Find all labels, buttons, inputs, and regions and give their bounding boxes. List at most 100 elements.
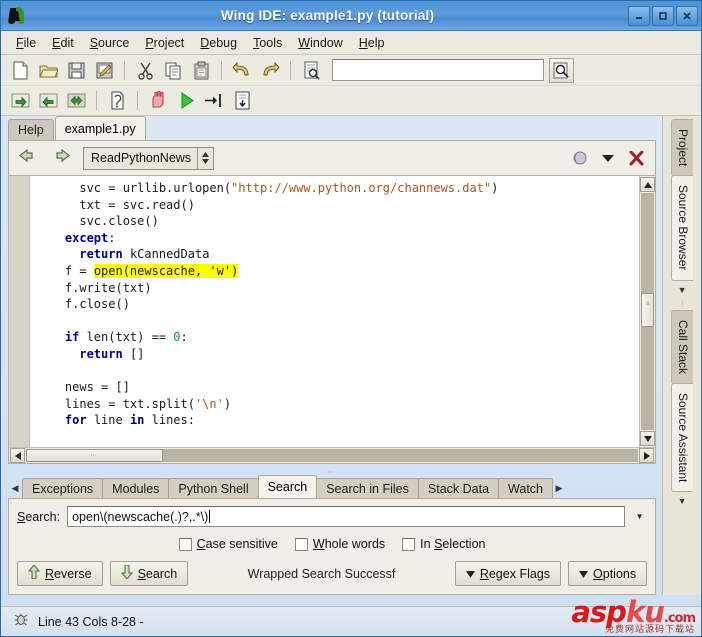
rail-tab-label: Call Stack — [676, 319, 691, 374]
nav-back-arrow-icon[interactable] — [15, 146, 41, 170]
rail-splitter-handle[interactable]: ⋯ — [679, 300, 686, 308]
editor-vertical-scrollbar[interactable]: ≡ — [639, 176, 656, 447]
tab-exceptions[interactable]: Exceptions — [22, 478, 104, 498]
button-label: Options — [593, 566, 637, 581]
whole-words-checkbox[interactable]: Whole words — [294, 537, 385, 551]
tab-python-shell[interactable]: Python Shell — [168, 478, 259, 498]
tab-watch[interactable]: Watch — [498, 478, 553, 498]
search-options-row: Case sensitive Whole words In Selection — [17, 537, 647, 551]
menu-source[interactable]: Source — [83, 33, 137, 53]
save-as-icon[interactable] — [91, 58, 117, 83]
close-button[interactable] — [676, 5, 698, 26]
symbol-selector-value: ReadPythonNews — [91, 151, 192, 165]
debug-config-icon[interactable] — [104, 88, 130, 113]
code-line: txt = svc.read() — [36, 197, 639, 214]
rail-chevron-down-icon-top[interactable]: ▼ — [678, 285, 687, 295]
save-file-icon[interactable] — [63, 58, 89, 83]
rail-tab-source-assistant[interactable]: Source Assistant — [671, 382, 694, 493]
cut-icon[interactable] — [132, 58, 158, 83]
back-icon[interactable] — [35, 88, 61, 113]
editor-gutter[interactable] — [9, 176, 30, 447]
open-file-icon[interactable] — [35, 58, 61, 83]
spinner-updown-icon[interactable] — [197, 147, 210, 169]
regex-flags-button[interactable]: Regex Flags — [454, 561, 562, 586]
toolbar-search-input[interactable] — [332, 59, 544, 81]
maximize-button[interactable] — [652, 5, 674, 26]
nav-forward-arrow-icon[interactable] — [47, 146, 73, 170]
tab-example1-py[interactable]: example1.py — [54, 116, 146, 140]
in-selection-checkbox[interactable]: In Selection — [402, 537, 486, 551]
vertical-scroll-thumb[interactable]: ≡ — [641, 292, 655, 327]
run-icon[interactable] — [173, 88, 199, 113]
rail-tab-call-stack[interactable]: Call Stack — [671, 309, 694, 384]
new-file-icon[interactable] — [7, 58, 33, 83]
scroll-left-arrow-icon[interactable] — [10, 448, 25, 463]
case-sensitive-checkbox[interactable]: Case sensitive — [178, 537, 278, 551]
checkbox-label: In Selection — [420, 537, 486, 551]
step-into-icon[interactable] — [201, 88, 227, 113]
symbol-selector-combo[interactable]: ReadPythonNews — [83, 146, 215, 170]
goto-icon[interactable] — [63, 88, 89, 113]
code-token: kCannedData — [122, 247, 210, 262]
reverse-button[interactable]: Reverse — [17, 561, 103, 586]
stop-debug-icon[interactable] — [145, 88, 171, 113]
rail-tab-source-browser[interactable]: Source Browser — [671, 175, 694, 281]
search-history-chevron-down-icon[interactable]: ▼ — [632, 506, 647, 527]
code-token: "http://www.python.org/channews.dat" — [231, 181, 492, 195]
code-token: '\n' — [194, 396, 224, 411]
vertical-scroll-track[interactable]: ≡ — [641, 193, 655, 430]
checkbox-box[interactable] — [402, 537, 416, 551]
menu-project[interactable]: Project — [138, 33, 191, 53]
search-buttons-row: Reverse Search Wrapped Search Successf R… — [17, 561, 648, 586]
search-status-message: Wrapped Search Successf — [247, 566, 396, 581]
close-x-icon[interactable] — [625, 150, 647, 166]
horizontal-scroll-thumb[interactable]: ⋯ — [26, 449, 163, 462]
menu-help[interactable]: Help — [352, 33, 392, 53]
scroll-up-arrow-icon[interactable] — [640, 177, 656, 192]
code-line: lines = txt.split('\n') — [36, 396, 639, 413]
copy-icon[interactable] — [160, 58, 186, 83]
code-token: lines: — [144, 413, 195, 428]
checkbox-box[interactable] — [178, 537, 192, 551]
toolbar-debug — [1, 86, 701, 116]
checkbox-box[interactable] — [294, 537, 308, 551]
forward-icon[interactable] — [7, 88, 33, 113]
search-input[interactable]: open\(newscache(.)?,.*\) — [67, 506, 626, 527]
minimize-button[interactable] — [628, 5, 650, 26]
search-button[interactable]: Search — [109, 561, 189, 586]
scroll-down-arrow-icon[interactable] — [640, 431, 656, 446]
tab-label: Stack Data — [427, 481, 490, 496]
code-line: news = [] — [36, 379, 639, 396]
editor-horizontal-scrollbar[interactable]: ⋯ — [9, 447, 656, 463]
menu-file[interactable]: File — [9, 33, 43, 53]
search-magnifier-icon[interactable] — [549, 57, 574, 83]
paste-icon[interactable] — [188, 58, 214, 83]
menu-window[interactable]: Window — [291, 33, 349, 53]
find-symbol-icon[interactable] — [298, 58, 324, 83]
tab-search[interactable]: Search — [257, 475, 318, 498]
horizontal-scroll-track[interactable]: ⋯ — [26, 449, 639, 462]
redo-icon[interactable] — [257, 58, 283, 83]
rail-tab-project[interactable]: Project — [671, 119, 694, 177]
tab-stack-data[interactable]: Stack Data — [417, 478, 500, 498]
tab-scroll-right-icon[interactable]: ▶ — [552, 478, 566, 498]
tab-modules[interactable]: Modules — [102, 478, 170, 498]
code-token: f.write(txt) — [64, 280, 152, 295]
step-over-icon[interactable] — [229, 88, 255, 113]
status-bar: Line 43 Cols 8-28 - aspku.com 免费网站源码下载站 — [1, 598, 701, 636]
rail-chevron-down-icon-bottom[interactable]: ▼ — [678, 496, 687, 506]
tab-scroll-left-icon[interactable]: ◀ — [8, 478, 22, 498]
watermark-aspku: aspku.com 免费网站源码下载站 — [571, 598, 696, 634]
menu-debug[interactable]: Debug — [193, 33, 244, 53]
code-text-area[interactable]: svc = urllib.urlopen("http://www.python.… — [30, 176, 640, 447]
moon-icon[interactable] — [569, 151, 591, 165]
options-button[interactable]: Options — [568, 561, 648, 586]
rail-tab-label: Source Assistant — [676, 392, 691, 483]
chevron-down-icon[interactable] — [597, 154, 619, 162]
tab-search-in-files[interactable]: Search in Files — [316, 478, 419, 498]
menu-edit[interactable]: Edit — [45, 33, 81, 53]
menu-tools[interactable]: Tools — [246, 33, 289, 53]
scroll-right-arrow-icon[interactable] — [639, 448, 655, 463]
undo-icon[interactable] — [229, 58, 255, 83]
tab-help[interactable]: Help — [8, 119, 54, 140]
